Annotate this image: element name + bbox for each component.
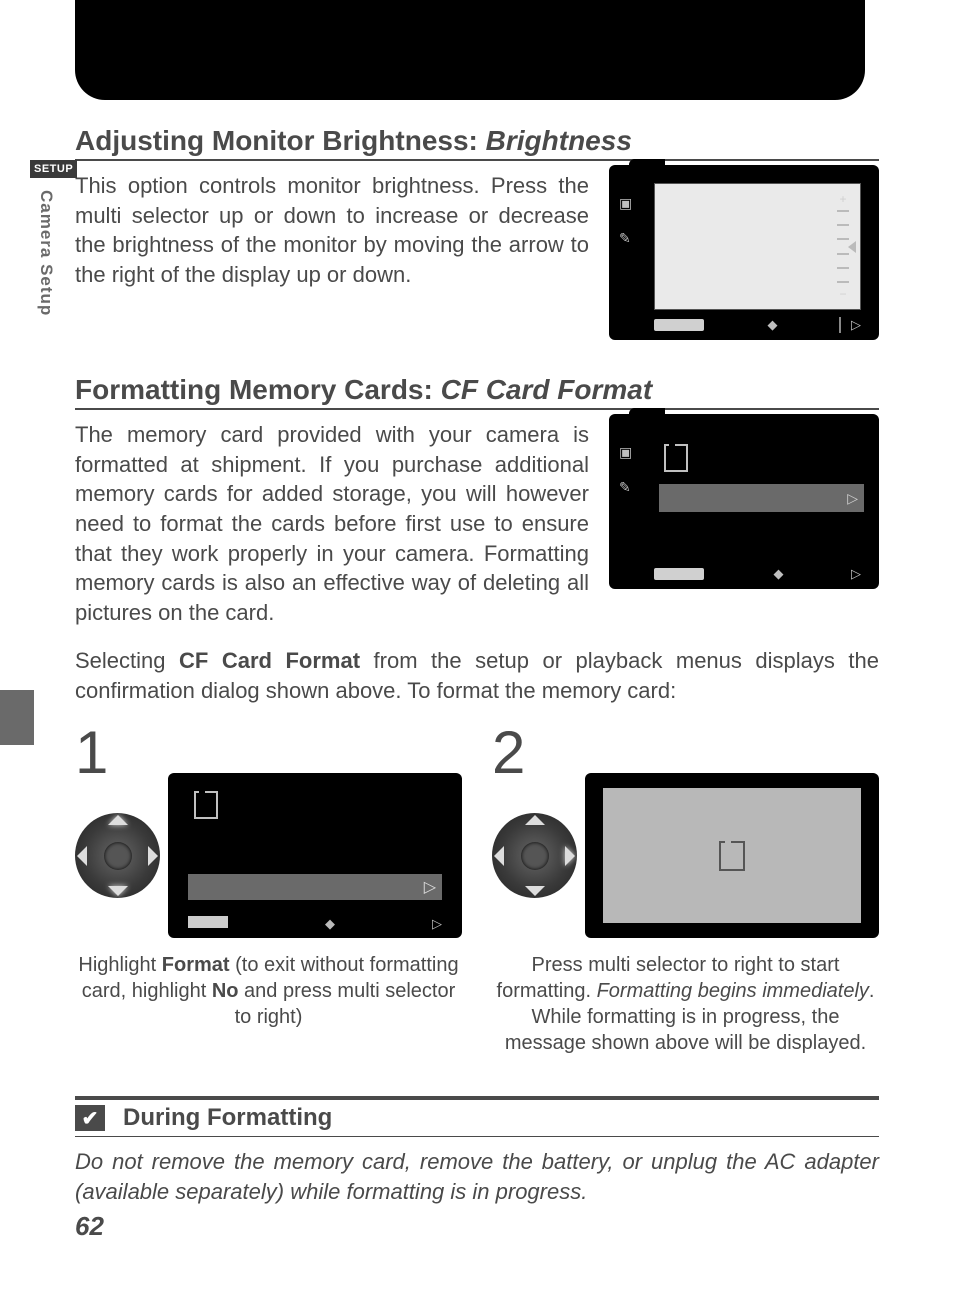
multi-selector-icon — [492, 813, 577, 898]
triangle-right-icon: ▷ — [432, 916, 442, 932]
minus-icon: − — [839, 287, 846, 301]
section1-title-prefix: Adjusting Monitor Brightness: — [75, 125, 486, 156]
format-option-row: ▷ — [659, 484, 864, 512]
triangle-right-icon: ▷ — [847, 490, 858, 507]
page-number: 62 — [75, 1211, 879, 1242]
triangle-right-icon: ▷ — [851, 317, 861, 333]
camera-icon: ▣ — [619, 195, 632, 212]
warning-icon: ✔ — [75, 1105, 105, 1131]
header-black-tab — [75, 0, 865, 100]
updown-indicator: ◆ — [768, 317, 776, 333]
format-screen: ▣ ✎ ▷ ◆ ▷ — [609, 414, 879, 589]
section2-heading: Formatting Memory Cards: CF Card Format — [75, 374, 879, 410]
screen-side-icons: ▣ ✎ — [619, 195, 632, 247]
section1-title-emphasis: Brightness — [486, 125, 632, 156]
brightness-pointer — [848, 241, 856, 253]
format-term: Format — [162, 954, 230, 976]
section2-title-prefix: Formatting Memory Cards: — [75, 374, 441, 405]
section-vertical-label: Camera Setup — [36, 190, 56, 316]
warning-body: Do not remove the memory card, remove th… — [75, 1147, 879, 1206]
section2-title-emphasis: CF Card Format — [441, 374, 653, 405]
step2-screen — [585, 773, 879, 938]
section1-body: This option controls monitor brightness.… — [75, 171, 589, 290]
warning-title: During Formatting — [123, 1104, 332, 1132]
cf-card-format-term: CF Card Format — [179, 648, 360, 673]
formatting-message-area — [603, 788, 861, 923]
text-fragment: Highlight — [78, 954, 161, 976]
updown-indicator: ◆ — [774, 566, 782, 582]
step1-caption: Highlight Format (to exit without format… — [75, 952, 462, 1030]
updown-indicator: ◆ — [325, 916, 335, 932]
no-term: No — [212, 980, 239, 1002]
text-fragment: Selecting — [75, 648, 179, 673]
setup-tag: SETUP — [30, 160, 77, 178]
emphasis-text: Formatting begins immediately — [597, 980, 869, 1002]
brightness-scale: + − — [832, 192, 854, 301]
card-icon — [719, 841, 745, 871]
step-2: 2 — [492, 723, 879, 1056]
card-icon — [664, 444, 688, 472]
triangle-right-icon: ▷ — [424, 877, 436, 897]
card-icon — [194, 791, 218, 819]
plus-icon: + — [839, 192, 846, 206]
format-option-row: ▷ — [188, 874, 442, 900]
section2-body2: Selecting CF Card Format from the setup … — [75, 646, 879, 705]
multi-selector-icon — [75, 813, 160, 898]
step2-caption: Press multi selector to right to start f… — [492, 952, 879, 1056]
thumb-tab — [0, 690, 34, 745]
section1-heading: Adjusting Monitor Brightness: Brightness — [75, 125, 879, 161]
triangle-right-icon: ▷ — [851, 566, 861, 582]
text-fragment: and press multi selector to right) — [235, 980, 456, 1028]
camera-icon: ▣ — [619, 444, 632, 461]
section2-body: The memory card provided with your camer… — [75, 420, 589, 628]
screen-side-icons-2: ▣ ✎ — [619, 444, 632, 496]
step1-screen: ▷ ◆ ▷ — [168, 773, 462, 938]
manual-page: SETUP Camera Setup Adjusting Monitor Bri… — [0, 0, 954, 1314]
step-1: 1 ▷ — [75, 723, 462, 1056]
wrench-icon: ✎ — [619, 230, 632, 247]
warning-block: ✔ During Formatting Do not remove the me… — [75, 1096, 879, 1206]
format-steps: 1 ▷ — [75, 723, 879, 1056]
wrench-icon: ✎ — [619, 479, 632, 496]
brightness-screen: ▣ ✎ + − — [609, 165, 879, 340]
